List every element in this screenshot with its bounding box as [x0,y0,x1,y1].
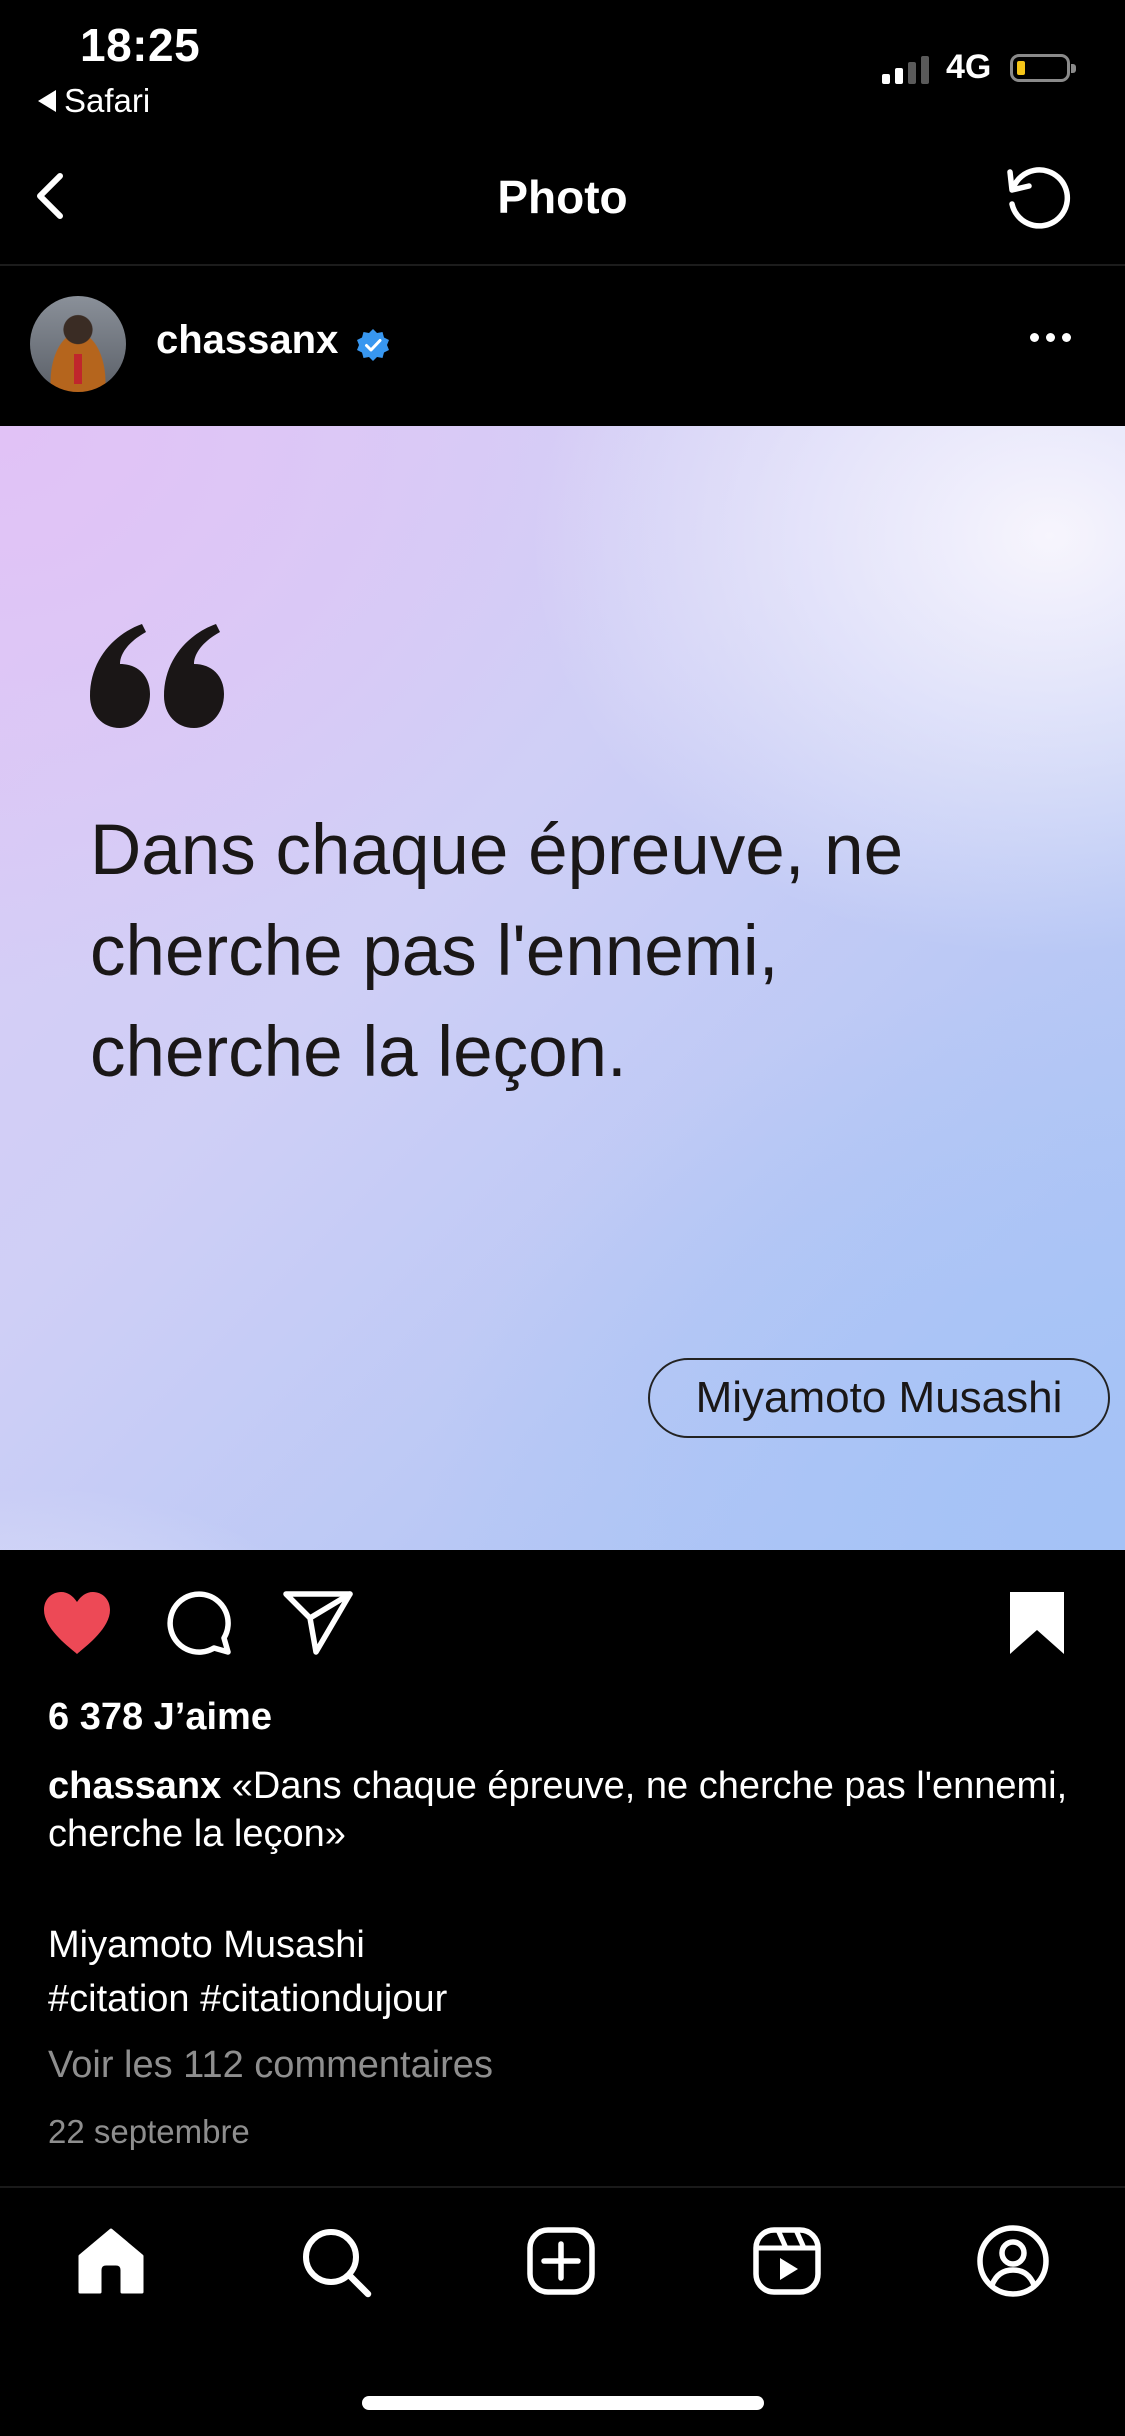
back-triangle-icon [38,90,56,112]
caption: chassanx «Dans chaque épreuve, ne cherch… [48,1762,1078,1858]
caption-continued: Miyamoto Musashi #citation #citationdujo… [48,1918,447,2026]
quote-text: Dans chaque épreuve, ne cherche pas l'en… [90,811,904,1092]
network-type: 4G [946,48,992,86]
search-icon[interactable] [300,2226,372,2303]
post-date: 22 septembre [48,2113,250,2150]
tab-bar-divider [0,2186,1125,2188]
caption-username[interactable]: chassanx [48,1765,221,1807]
share-icon[interactable] [282,1590,354,1661]
comment-icon[interactable] [164,1588,234,1663]
likes-count[interactable]: 6 378 J’aime [48,1696,272,1739]
reels-icon[interactable] [752,2226,822,2301]
bookmark-icon[interactable] [1008,1590,1066,1661]
caption-author: Miyamoto Musashi [48,1924,365,1966]
quote-mark-icon [88,620,228,730]
more-options-icon[interactable] [1030,333,1071,342]
header-divider [0,264,1125,266]
verified-badge-icon [356,328,390,362]
avatar[interactable] [30,296,126,392]
status-time: 18:25 [80,19,201,71]
home-icon[interactable] [76,2226,146,2301]
back-to-app-link[interactable]: Safari [38,82,150,120]
heart-icon[interactable] [40,1590,114,1661]
post-username[interactable]: chassanx [156,318,338,363]
view-comments-link[interactable]: Voir les 112 commentaires [48,2044,493,2087]
page-title: Photo [497,171,628,223]
refresh-icon[interactable] [1000,160,1080,240]
battery-icon [1010,54,1076,82]
cellular-signal-icon [882,52,929,84]
caption-hashtags[interactable]: #citation #citationdujour [48,1972,447,2026]
back-app-label: Safari [64,82,151,119]
profile-icon[interactable] [976,2224,1050,2303]
new-post-icon[interactable] [526,2226,596,2301]
home-indicator [362,2396,764,2410]
author-pill: Miyamoto Musashi [648,1358,1110,1438]
